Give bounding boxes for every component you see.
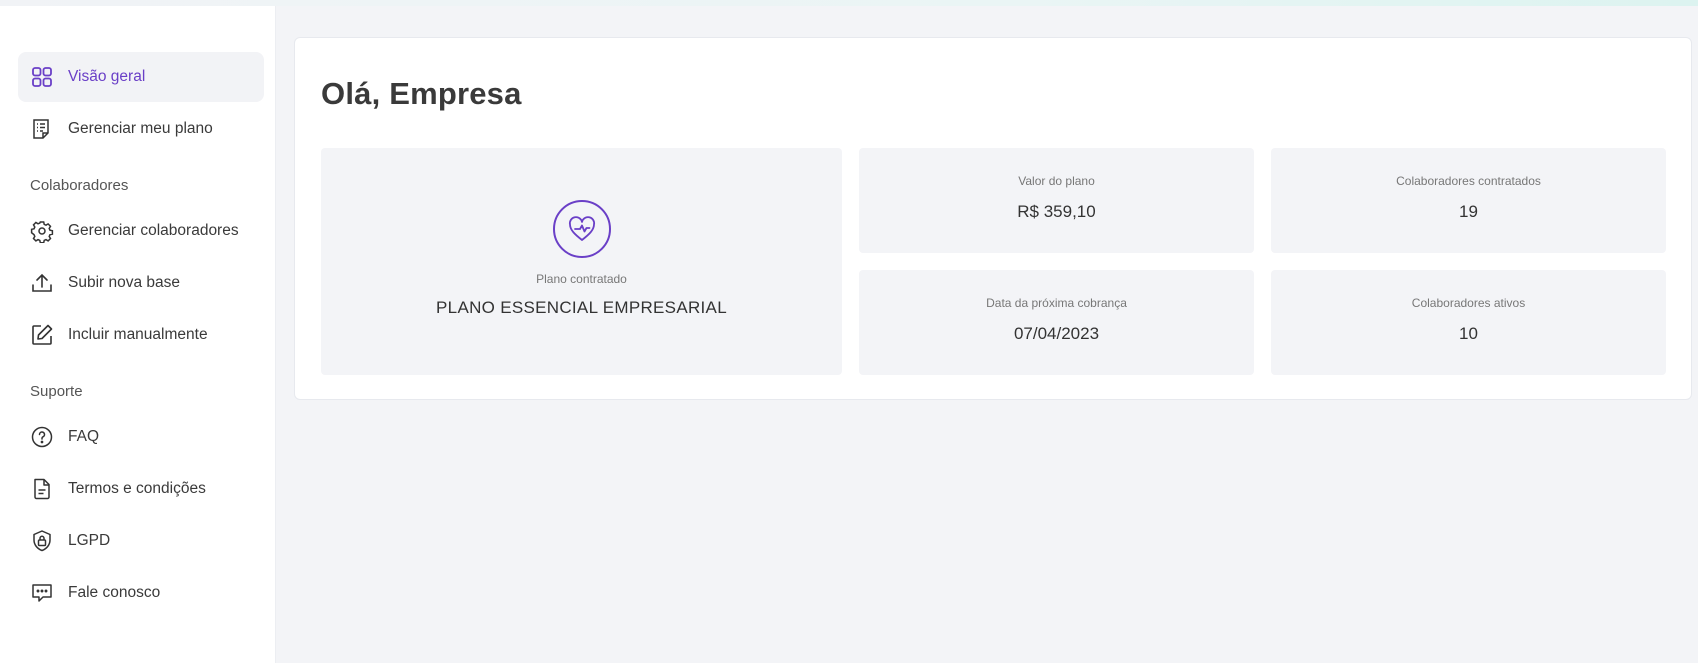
shield-lock-icon [30,529,54,553]
stat-value: R$ 359,10 [1017,202,1096,221]
upload-icon [30,271,54,295]
section-label-colaboradores: Colaboradores [30,176,129,194]
document-icon [30,477,54,501]
sidebar-item-label: Fale conosco [68,584,161,601]
plan-name: PLANO ESSENCIAL EMPRESARIAL [436,298,727,317]
stat-value: 07/04/2023 [1013,324,1100,343]
grid-icon [30,65,54,89]
section-label-suporte: Suporte [30,382,83,400]
stat-label: Colaboradores contratados [1396,174,1541,188]
stat-tile-proxima-cobranca: Data da próxima cobrança 07/04/2023 [859,270,1254,375]
overview-card: Olá, Empresa Plano contratado PLANO ESSE… [294,37,1692,400]
stat-label: Data da próxima cobrança [986,296,1127,310]
sidebar-item-label: Subir nova base [68,274,181,291]
gear-icon [30,219,54,243]
sidebar-item-subir-nova-base[interactable]: Subir nova base [18,258,264,308]
plan-label: Plano contratado [536,272,627,286]
sidebar-item-label: Gerenciar meu plano [68,120,213,137]
sidebar-item-label: FAQ [68,428,100,445]
sidebar-item-label: Incluir manualmente [68,326,208,343]
sidebar-item-label: Termos e condições [68,480,206,497]
sidebar-item-fale-conosco[interactable]: Fale conosco [18,568,264,618]
sidebar: Visão geral Gerenciar meu plano Colabora… [0,6,276,663]
stat-value: 19 [1459,202,1478,221]
sidebar-item-gerenciar-plano[interactable]: Gerenciar meu plano [18,104,264,154]
heart-pulse-icon [553,200,611,258]
plan-tile: Plano contratado PLANO ESSENCIAL EMPRESA… [321,148,842,375]
stat-tile-colaboradores-ativos: Colaboradores ativos 10 [1271,270,1666,375]
stat-value: 10 [1459,324,1478,343]
sidebar-item-visao-geral[interactable]: Visão geral [18,52,264,102]
sidebar-item-faq[interactable]: FAQ [18,412,264,462]
sidebar-item-label: Visão geral [68,68,146,85]
sidebar-item-gerenciar-colaboradores[interactable]: Gerenciar colaboradores [18,206,264,256]
sidebar-item-termos[interactable]: Termos e condições [18,464,264,514]
stat-tile-colaboradores-contratados: Colaboradores contratados 19 [1271,148,1666,253]
question-icon [30,425,54,449]
sidebar-item-label: LGPD [68,532,111,549]
sidebar-item-lgpd[interactable]: LGPD [18,516,264,566]
chat-icon [30,581,54,605]
list-document-icon [30,117,54,141]
sidebar-item-label: Gerenciar colaboradores [68,222,239,239]
stat-label: Colaboradores ativos [1411,296,1526,310]
page-title: Olá, Empresa [321,76,522,111]
edit-icon [30,323,54,347]
stat-tile-valor-plano: Valor do plano R$ 359,10 [859,148,1254,253]
sidebar-item-incluir-manualmente[interactable]: Incluir manualmente [18,310,264,360]
stat-label: Valor do plano [1018,174,1095,188]
